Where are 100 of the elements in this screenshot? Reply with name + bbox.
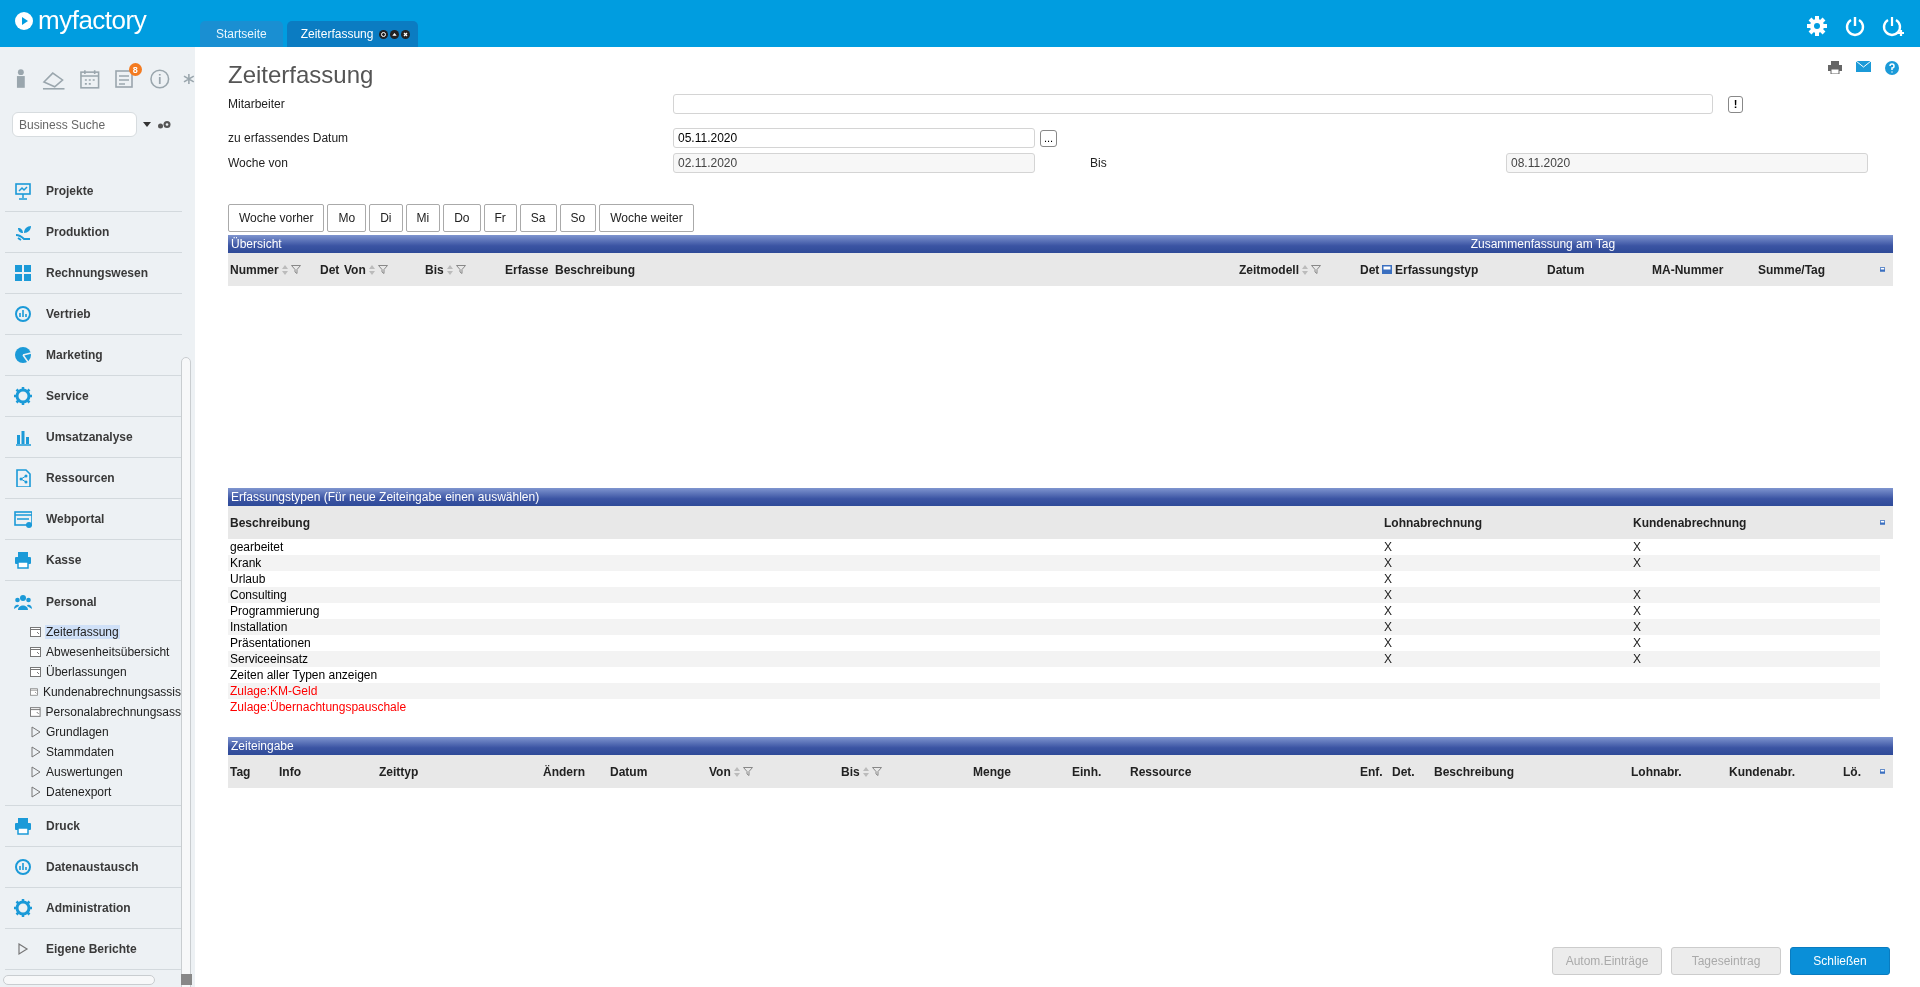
column-header[interactable]: Von	[344, 262, 366, 277]
day-button[interactable]: Woche vorher	[228, 204, 325, 232]
day-button[interactable]: Mi	[405, 204, 441, 232]
scrollbar[interactable]	[181, 357, 191, 987]
column-header[interactable]: Lohnabr.	[1631, 764, 1682, 779]
sidebar-subitem[interactable]: Auswertungen	[45, 765, 124, 779]
column-header[interactable]: Det	[1360, 262, 1380, 277]
table-row[interactable]: Installation X X	[228, 619, 1880, 635]
column-header[interactable]: Zeittyp	[379, 764, 419, 779]
sidebar-item[interactable]: Produktion	[5, 212, 182, 253]
sidebar-item[interactable]: Marketing	[5, 335, 182, 376]
filter-icon[interactable]	[742, 767, 753, 776]
column-settings-icon[interactable]	[1880, 518, 1885, 527]
person-icon[interactable]	[14, 68, 28, 90]
column-header[interactable]: Von	[709, 764, 731, 779]
column-header[interactable]: Ändern	[543, 764, 585, 779]
sidebar-item[interactable]: Projekte	[5, 171, 182, 212]
calendar-icon[interactable]	[79, 68, 101, 90]
table-row[interactable]: Serviceeinsatz X X	[228, 651, 1880, 667]
help-icon[interactable]	[1885, 61, 1899, 75]
settings-icon[interactable]	[1806, 14, 1828, 37]
sidebar-subitem[interactable]: Datenexport	[45, 785, 113, 799]
table-row[interactable]: Krank X X	[228, 555, 1880, 571]
column-header[interactable]: Einh.	[1072, 764, 1102, 779]
column-header[interactable]: Tag	[230, 764, 251, 779]
sidebar-item[interactable]: Personal	[5, 581, 182, 622]
refresh-icon[interactable]	[379, 29, 389, 39]
column-header[interactable]: Kundenabrechnung	[1633, 515, 1747, 530]
day-button[interactable]: Mo	[327, 204, 367, 232]
sidebar-item[interactable]: Vertrieb	[5, 294, 182, 335]
printer-icon[interactable]	[1828, 61, 1842, 74]
tab[interactable]: Zeiterfassung	[286, 21, 419, 47]
column-settings-icon[interactable]	[1880, 265, 1885, 274]
column-settings-icon[interactable]	[1880, 767, 1885, 776]
column-header[interactable]: Beschreibung	[230, 515, 310, 530]
column-header[interactable]: Kundenabr.	[1729, 764, 1795, 779]
column-header[interactable]: Summe/Tag	[1758, 262, 1826, 277]
footer-button[interactable]: Schließen	[1790, 947, 1890, 975]
day-button[interactable]: Di	[369, 204, 403, 232]
column-header[interactable]: Datum	[1547, 262, 1585, 277]
table-row[interactable]: Zulage:Übernachtungspauschale	[228, 699, 1880, 715]
column-settings-icon[interactable]	[1382, 265, 1393, 274]
filter-icon[interactable]	[377, 265, 388, 274]
sidebar-subitem[interactable]: Grundlagen	[45, 725, 110, 739]
sidebar-subitem[interactable]: Stammdaten	[45, 745, 116, 759]
column-header[interactable]: Det	[320, 262, 340, 277]
caret-icon[interactable]	[143, 121, 151, 128]
column-header[interactable]: Enf.	[1360, 764, 1383, 779]
sidebar-subitem[interactable]: Personalabrechnungsass	[44, 705, 182, 719]
info-icon[interactable]	[148, 68, 171, 90]
sort-icon[interactable]	[862, 766, 869, 777]
power-plus-icon[interactable]	[1882, 14, 1906, 37]
date-field[interactable]: 05.11.2020	[673, 128, 1035, 148]
column-header[interactable]: Menge	[973, 764, 1011, 779]
column-header[interactable]: Datum	[610, 764, 648, 779]
table-row[interactable]: Urlaub X	[228, 571, 1880, 587]
sort-icon[interactable]	[446, 264, 453, 275]
column-header[interactable]: MA-Nummer	[1652, 262, 1724, 277]
mail-icon[interactable]	[1856, 61, 1871, 72]
alert-button[interactable]: !	[1728, 95, 1743, 113]
scrollbar[interactable]	[3, 975, 155, 985]
day-button[interactable]: Sa	[519, 204, 557, 232]
filter-icon[interactable]	[455, 265, 466, 274]
gears-icon[interactable]	[157, 119, 171, 130]
column-header[interactable]: Beschreibung	[555, 262, 635, 277]
task-list-icon[interactable]	[113, 68, 136, 90]
filter-icon[interactable]	[1311, 265, 1321, 274]
sort-icon[interactable]	[1302, 264, 1308, 275]
column-header[interactable]: Beschreibung	[1434, 764, 1514, 779]
sidebar-subitem[interactable]: Abwesenheitsübersicht	[45, 645, 171, 659]
search-field[interactable]: Business Suche	[12, 112, 137, 137]
table-row[interactable]: gearbeitet X X	[228, 539, 1880, 555]
day-button[interactable]: Fr	[483, 204, 517, 232]
column-header[interactable]: Bis	[425, 262, 444, 277]
column-header[interactable]: Det.	[1392, 764, 1415, 779]
day-button[interactable]: So	[559, 204, 597, 232]
date-picker-button[interactable]: ...	[1040, 129, 1058, 147]
table-row[interactable]: Programmierung X X	[228, 603, 1880, 619]
column-header[interactable]: Lö.	[1843, 764, 1861, 779]
sort-icon[interactable]	[368, 264, 375, 275]
sort-icon[interactable]	[281, 264, 288, 275]
employee-field[interactable]	[673, 94, 1713, 114]
sidebar-item[interactable]: Rechnungswesen	[5, 253, 182, 294]
collapse-icon[interactable]	[390, 29, 400, 39]
sort-icon[interactable]	[733, 766, 740, 777]
week-start-field[interactable]: 02.11.2020	[673, 153, 1035, 173]
day-button[interactable]: Woche weiter	[599, 204, 694, 232]
sidebar-subitem[interactable]: Zeiterfassung	[45, 625, 120, 639]
column-header[interactable]: Nummer	[230, 262, 279, 277]
column-header[interactable]: Bis	[841, 764, 860, 779]
day-button[interactable]: Do	[443, 204, 481, 232]
sidebar-subitem[interactable]: Überlassungen	[45, 665, 128, 679]
close-icon[interactable]	[401, 29, 411, 39]
column-header[interactable]: Lohnabrechnung	[1384, 515, 1482, 530]
column-header[interactable]: Erfassungstyp	[1395, 262, 1479, 277]
week-end-field[interactable]: 08.11.2020	[1506, 153, 1868, 173]
table-row[interactable]: Consulting X X	[228, 587, 1880, 603]
table-row[interactable]: Präsentationen X X	[228, 635, 1880, 651]
filter-icon[interactable]	[871, 767, 882, 776]
table-row[interactable]: Zeiten aller Typen anzeigen	[228, 667, 1880, 683]
